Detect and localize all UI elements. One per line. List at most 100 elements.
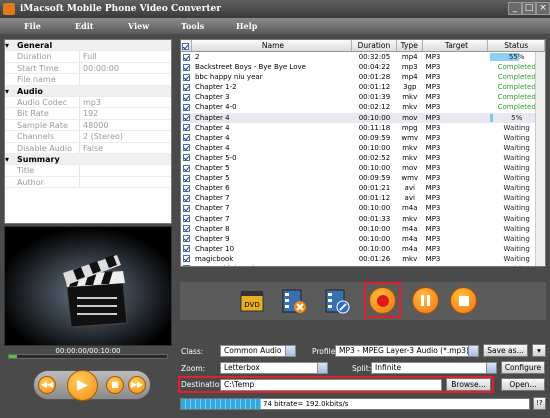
list-scrollbar[interactable] [535, 52, 545, 266]
row-checkbox[interactable] [181, 224, 192, 234]
row-checkbox[interactable] [181, 62, 192, 72]
menu-file[interactable]: File [24, 18, 41, 34]
row-checkbox[interactable] [181, 123, 192, 133]
minimize-button[interactable]: _ [508, 2, 522, 15]
menu-edit[interactable]: Edit [75, 18, 93, 34]
save-as-dropdown[interactable]: ▾ [532, 344, 546, 357]
table-row[interactable]: Chapter 4 00:11:18 mpg MP3 Waiting [181, 123, 545, 133]
forward-button[interactable]: ▶▶ [128, 376, 146, 394]
table-row[interactable]: Chapter 4 00:10:00 mkv MP3 Waiting [181, 143, 545, 153]
table-row[interactable]: Chapter 3 00:01:39 mkv MP3 Completed [181, 92, 545, 103]
table-row[interactable]: Chapter 7 00:10:00 m4a MP3 Waiting [181, 203, 545, 213]
class-select[interactable]: Common Audio [220, 345, 296, 357]
property-value: 48000 [83, 120, 109, 130]
play-button[interactable]: ▶ [67, 370, 98, 401]
table-row[interactable]: Chapter 7 00:01:33 mkv MP3 Waiting [181, 213, 545, 224]
property-value [80, 165, 171, 175]
cell-name: Chapter 4-0 [194, 103, 237, 112]
cell-name: Chapter 7 [194, 194, 230, 203]
row-checkbox[interactable] [181, 264, 192, 266]
menu-help[interactable]: Help [236, 18, 257, 34]
table-row[interactable]: songs with happiness00:05:01mp4MP3Waitin… [181, 264, 545, 266]
header-type[interactable]: Type [397, 40, 423, 51]
property-row: Start Time 00:00:00 [5, 62, 171, 75]
seek-bar[interactable] [8, 354, 168, 359]
stop-button[interactable]: ■ [106, 376, 124, 394]
row-checkbox[interactable] [181, 234, 192, 244]
row-checkbox[interactable] [181, 163, 192, 173]
table-row[interactable]: Chapter 10 00:10:00 m4a MP3 Waiting [181, 244, 545, 254]
row-checkbox[interactable] [181, 92, 192, 102]
cell-target: MP3 [425, 194, 441, 203]
split-select[interactable]: Infinite [371, 362, 497, 374]
row-checkbox[interactable] [181, 102, 192, 112]
convert-button[interactable] [369, 287, 396, 314]
property-key: Sample Rate [14, 119, 80, 131]
row-checkbox[interactable] [181, 193, 192, 203]
zoom-select[interactable]: Letterbox [220, 362, 328, 374]
save-as-button[interactable]: Save as... [483, 344, 528, 357]
destination-input[interactable]: C:\Temp [220, 379, 442, 391]
row-checkbox[interactable] [181, 244, 192, 254]
cell-type: wmv [401, 174, 419, 183]
table-row[interactable]: Chapter 5-0 00:02:52 mkv MP3 Waiting [181, 152, 545, 164]
row-checkbox[interactable] [181, 143, 192, 153]
class-label: Class: [181, 347, 204, 356]
close-button[interactable]: × [536, 2, 550, 15]
row-checkbox[interactable] [181, 214, 192, 224]
cell-target: MP3 [425, 244, 441, 253]
header-name[interactable]: Name [192, 40, 353, 51]
property-section[interactable]: ▾ General [5, 40, 171, 52]
table-row[interactable]: Chapter 1-2 00:01:12 3gp MP3 Completed [181, 82, 545, 92]
browse-button[interactable]: Browse... [446, 378, 491, 391]
property-section[interactable]: ▾ Summary [5, 153, 171, 166]
configure-button[interactable]: Configure [501, 361, 545, 374]
rewind-button[interactable]: ◀◀ [38, 376, 56, 394]
header-duration[interactable]: Duration [352, 40, 397, 51]
row-checkbox[interactable] [181, 173, 192, 183]
table-row[interactable]: Chapter 7 00:01:12 avi MP3 Waiting [181, 193, 545, 204]
row-checkbox[interactable] [181, 183, 192, 193]
table-row[interactable]: 2 00:32:05 mp4 MP3 55% [181, 52, 545, 63]
header-status[interactable]: Status [488, 40, 545, 51]
table-row[interactable]: Chapter 5 00:10:00 mov MP3 Waiting [181, 163, 545, 173]
video-preview [4, 226, 172, 346]
row-checkbox[interactable] [181, 52, 192, 62]
row-checkbox[interactable] [181, 254, 192, 264]
add-dvd-icon[interactable]: DVD [238, 287, 266, 315]
table-row[interactable]: Chapter 6 00:01:21 avi MP3 Waiting [181, 183, 545, 193]
pause-icon [421, 295, 430, 306]
table-row[interactable]: magicbook 00:01:26 mkv MP3 Waiting [181, 253, 545, 264]
clip-file-icon[interactable] [323, 287, 351, 315]
header-checkbox[interactable] [181, 40, 192, 51]
menu-tools[interactable]: Tools [181, 18, 204, 34]
table-row[interactable]: Chapter 9 00:10:00 m4a MP3 Waiting [181, 233, 545, 244]
row-checkbox[interactable] [181, 113, 192, 123]
header-target[interactable]: Target [423, 40, 489, 51]
remove-file-icon[interactable] [280, 287, 308, 315]
table-row[interactable]: Chapter 5 00:09:59 wmv MP3 Waiting [181, 173, 545, 184]
row-checkbox[interactable] [181, 153, 192, 163]
table-row[interactable]: Chapter 8 00:10:00 m4a MP3 Waiting [181, 224, 545, 234]
stop-icon [458, 295, 469, 306]
table-row[interactable]: Chapter 4 00:10:00 mov MP3 5% [181, 112, 545, 123]
pause-button[interactable] [412, 287, 439, 314]
property-section[interactable]: ▾ Audio [5, 85, 171, 97]
profile-select[interactable]: MP3 - MPEG Layer-3 Audio (*.mp3) [335, 345, 479, 357]
menu-view[interactable]: View [128, 18, 149, 34]
table-row[interactable]: Chapter 4 00:09:59 wmv MP3 Waiting [181, 132, 545, 143]
maximize-button[interactable]: □ [522, 2, 536, 15]
file-list: Name Duration Type Target Status 2 00:32:… [180, 39, 546, 267]
open-button[interactable]: Open... [501, 378, 545, 391]
row-checkbox[interactable] [181, 133, 192, 143]
table-row[interactable]: bbc happy niu year 00:01:28 mp4 MP3 Complete… [181, 72, 545, 83]
stop-convert-button[interactable] [450, 287, 477, 314]
row-checkbox[interactable] [181, 203, 192, 213]
row-checkbox[interactable] [181, 82, 192, 92]
help-button[interactable]: !? [533, 397, 546, 410]
cell-name: Chapter 7 [194, 214, 230, 223]
row-checkbox[interactable] [181, 72, 192, 82]
chevron-down-icon [486, 363, 496, 373]
table-row[interactable]: Backstreet Boys - Bye Bye Love 00:04:22 mp… [181, 62, 545, 72]
table-row[interactable]: Chapter 4-0 00:02:12 mkv MP3 Completed [181, 102, 545, 112]
